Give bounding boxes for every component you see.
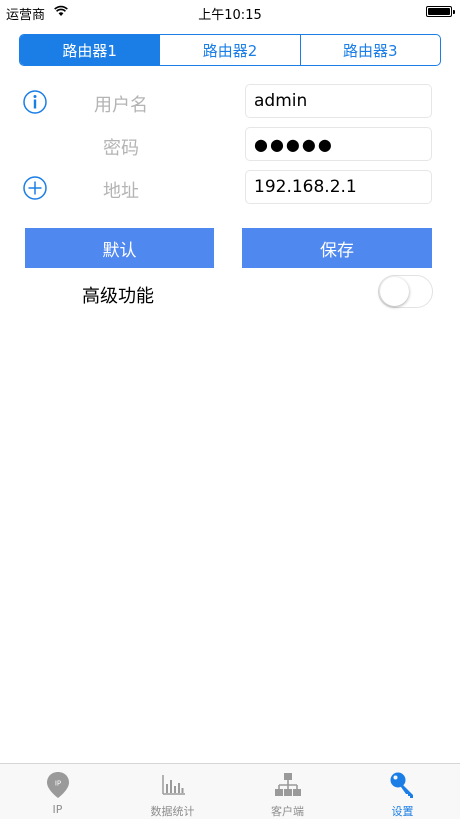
username-label: 用户名 [94,95,148,116]
clock: 上午10:15 [198,8,262,23]
advanced-features-toggle[interactable] [378,275,433,308]
svg-text:IP: IP [54,780,60,788]
segment-router-2[interactable]: 路由器2 [160,35,301,65]
tab-ip-label: IP [52,803,63,816]
info-icon[interactable] [23,90,47,114]
advanced-features-label: 高级功能 [82,286,154,307]
battery-icon [426,6,455,17]
tab-clients[interactable]: 客户端 [230,764,345,819]
tab-statistics[interactable]: 数据统计 [115,764,230,819]
tab-clients-label: 客户端 [271,805,304,818]
default-button[interactable]: 默认 [25,228,214,268]
password-field[interactable]: ●●●●● [245,127,432,161]
router-segmented-control: 路由器1 路由器2 路由器3 [19,34,441,66]
username-field[interactable]: admin [245,84,432,118]
password-label: 密码 [103,138,139,159]
tab-bar: IP IP 数据统计 客户端 设置 [0,763,460,819]
tab-settings[interactable]: 设置 [345,764,460,819]
address-label: 地址 [103,181,139,202]
bar-chart-icon [161,775,185,795]
network-icon [274,773,301,796]
key-icon [390,772,413,798]
add-icon[interactable] [23,176,47,200]
segment-router-3[interactable]: 路由器3 [301,35,440,65]
tab-settings-label: 设置 [391,805,414,818]
save-button[interactable]: 保存 [242,228,432,268]
toggle-knob [380,277,409,306]
status-bar: 运营商 上午10:15 [0,0,460,24]
pin-icon: IP [46,772,69,798]
segment-router-1[interactable]: 路由器1 [20,35,161,65]
tab-ip[interactable]: IP IP [0,764,115,819]
tab-statistics-label: 数据统计 [150,805,195,818]
address-field[interactable]: 192.168.2.1 [245,170,432,204]
